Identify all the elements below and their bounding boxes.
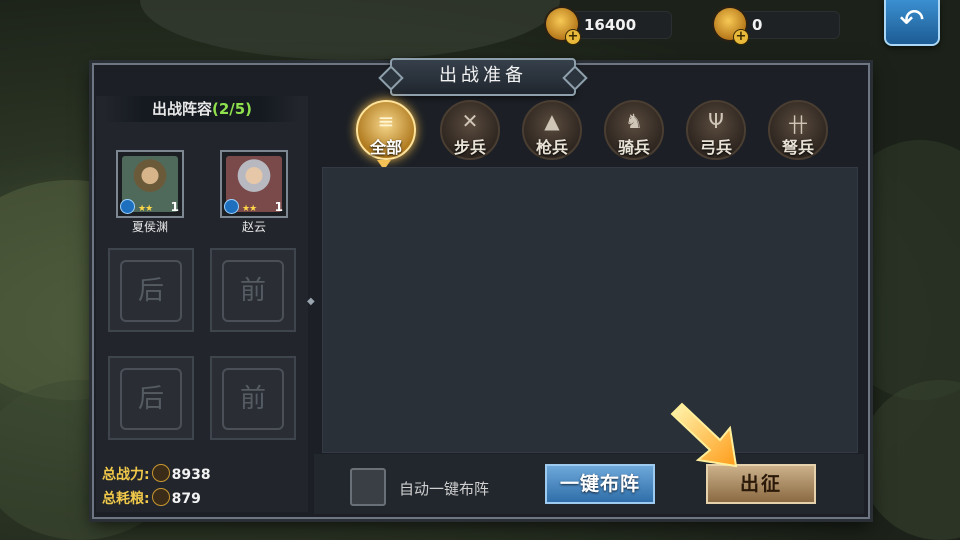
cavalry-icon xyxy=(224,199,239,214)
slot-label: 后 xyxy=(120,260,182,322)
formation-slot-front[interactable]: 前 xyxy=(210,248,296,332)
horse-icon: ♞ xyxy=(625,109,643,133)
food-resource[interactable]: 16400 xyxy=(546,8,672,44)
scroll-icon: ≡ xyxy=(377,109,395,133)
roster-label: 出战阵容 xyxy=(151,100,212,118)
slot-label: 前 xyxy=(222,368,284,430)
roster-count: (2/5) xyxy=(211,100,253,118)
gold-value: 0 xyxy=(752,16,763,34)
power-label: 总战力: xyxy=(102,467,150,483)
tab-crossbow[interactable]: 卄 弩兵 xyxy=(768,100,828,160)
formation-slot-back[interactable]: 后 xyxy=(108,356,194,440)
tab-label: 步兵 xyxy=(453,138,486,157)
hero-level: 1 xyxy=(274,200,283,214)
tab-all[interactable]: ≡ 全部 xyxy=(356,100,416,160)
power-value: 8938 xyxy=(171,467,211,483)
tab-label: 枪兵 xyxy=(535,138,568,157)
crossed-swords-icon: ✕ xyxy=(461,109,479,133)
total-power: 总战力: 8938 xyxy=(102,464,211,484)
slot-label: 前 xyxy=(222,260,284,322)
formation-slot-back[interactable]: 后 xyxy=(108,248,194,332)
back-button[interactable]: ↶ xyxy=(884,0,940,46)
unit-list[interactable] xyxy=(322,167,858,453)
hero-stars: ★★ xyxy=(242,204,257,214)
auto-deploy-checkbox[interactable] xyxy=(350,468,386,506)
grain-label: 总耗粮: xyxy=(102,491,150,507)
tab-label: 弩兵 xyxy=(781,138,814,157)
grain-icon xyxy=(151,488,170,506)
tab-label: 弓兵 xyxy=(699,138,732,157)
roster-header: 出战阵容(2/5) xyxy=(104,96,300,122)
grain-value: 879 xyxy=(171,491,201,507)
spear-icon: ▲ xyxy=(544,109,560,133)
total-grain: 总耗粮: 879 xyxy=(102,488,201,508)
slot-label: 后 xyxy=(120,368,182,430)
divider-handle-icon: ◆ xyxy=(307,296,315,307)
gold-resource[interactable]: 0 xyxy=(714,8,840,44)
auto-deploy-label: 自动一键布阵 xyxy=(399,480,490,498)
hero-name: 赵云 xyxy=(241,220,266,234)
tab-label: 骑兵 xyxy=(617,138,650,157)
one-click-deploy-button[interactable]: 一键布阵 xyxy=(545,464,655,504)
hero-level: 1 xyxy=(170,200,179,214)
tab-label: 全部 xyxy=(369,138,402,157)
formation-slot-front[interactable]: 前 xyxy=(210,356,296,440)
hero-stars: ★★ xyxy=(138,204,153,214)
gold-ingot-icon[interactable] xyxy=(714,8,748,44)
hero-slot-1[interactable]: ★★ 1 xyxy=(116,150,184,218)
page-title: 出战准备 xyxy=(390,58,576,96)
march-button[interactable]: 出征 xyxy=(706,464,816,504)
tab-spearman[interactable]: ▲ 枪兵 xyxy=(522,100,582,160)
hero-slot-2[interactable]: ★★ 1 xyxy=(220,150,288,218)
sword-icon xyxy=(151,464,170,482)
food-coin-icon[interactable] xyxy=(546,8,580,44)
return-arrow-icon: ↶ xyxy=(899,3,925,38)
tab-cavalry[interactable]: ♞ 骑兵 xyxy=(604,100,664,160)
tab-infantry[interactable]: ✕ 步兵 xyxy=(440,100,500,160)
bow-icon: Ψ xyxy=(708,109,724,133)
highlight-arrow-icon xyxy=(670,402,738,468)
infantry-icon xyxy=(120,199,135,214)
hero-name: 夏侯渊 xyxy=(131,220,168,234)
food-value: 16400 xyxy=(584,16,637,34)
tab-archer[interactable]: Ψ 弓兵 xyxy=(686,100,746,160)
